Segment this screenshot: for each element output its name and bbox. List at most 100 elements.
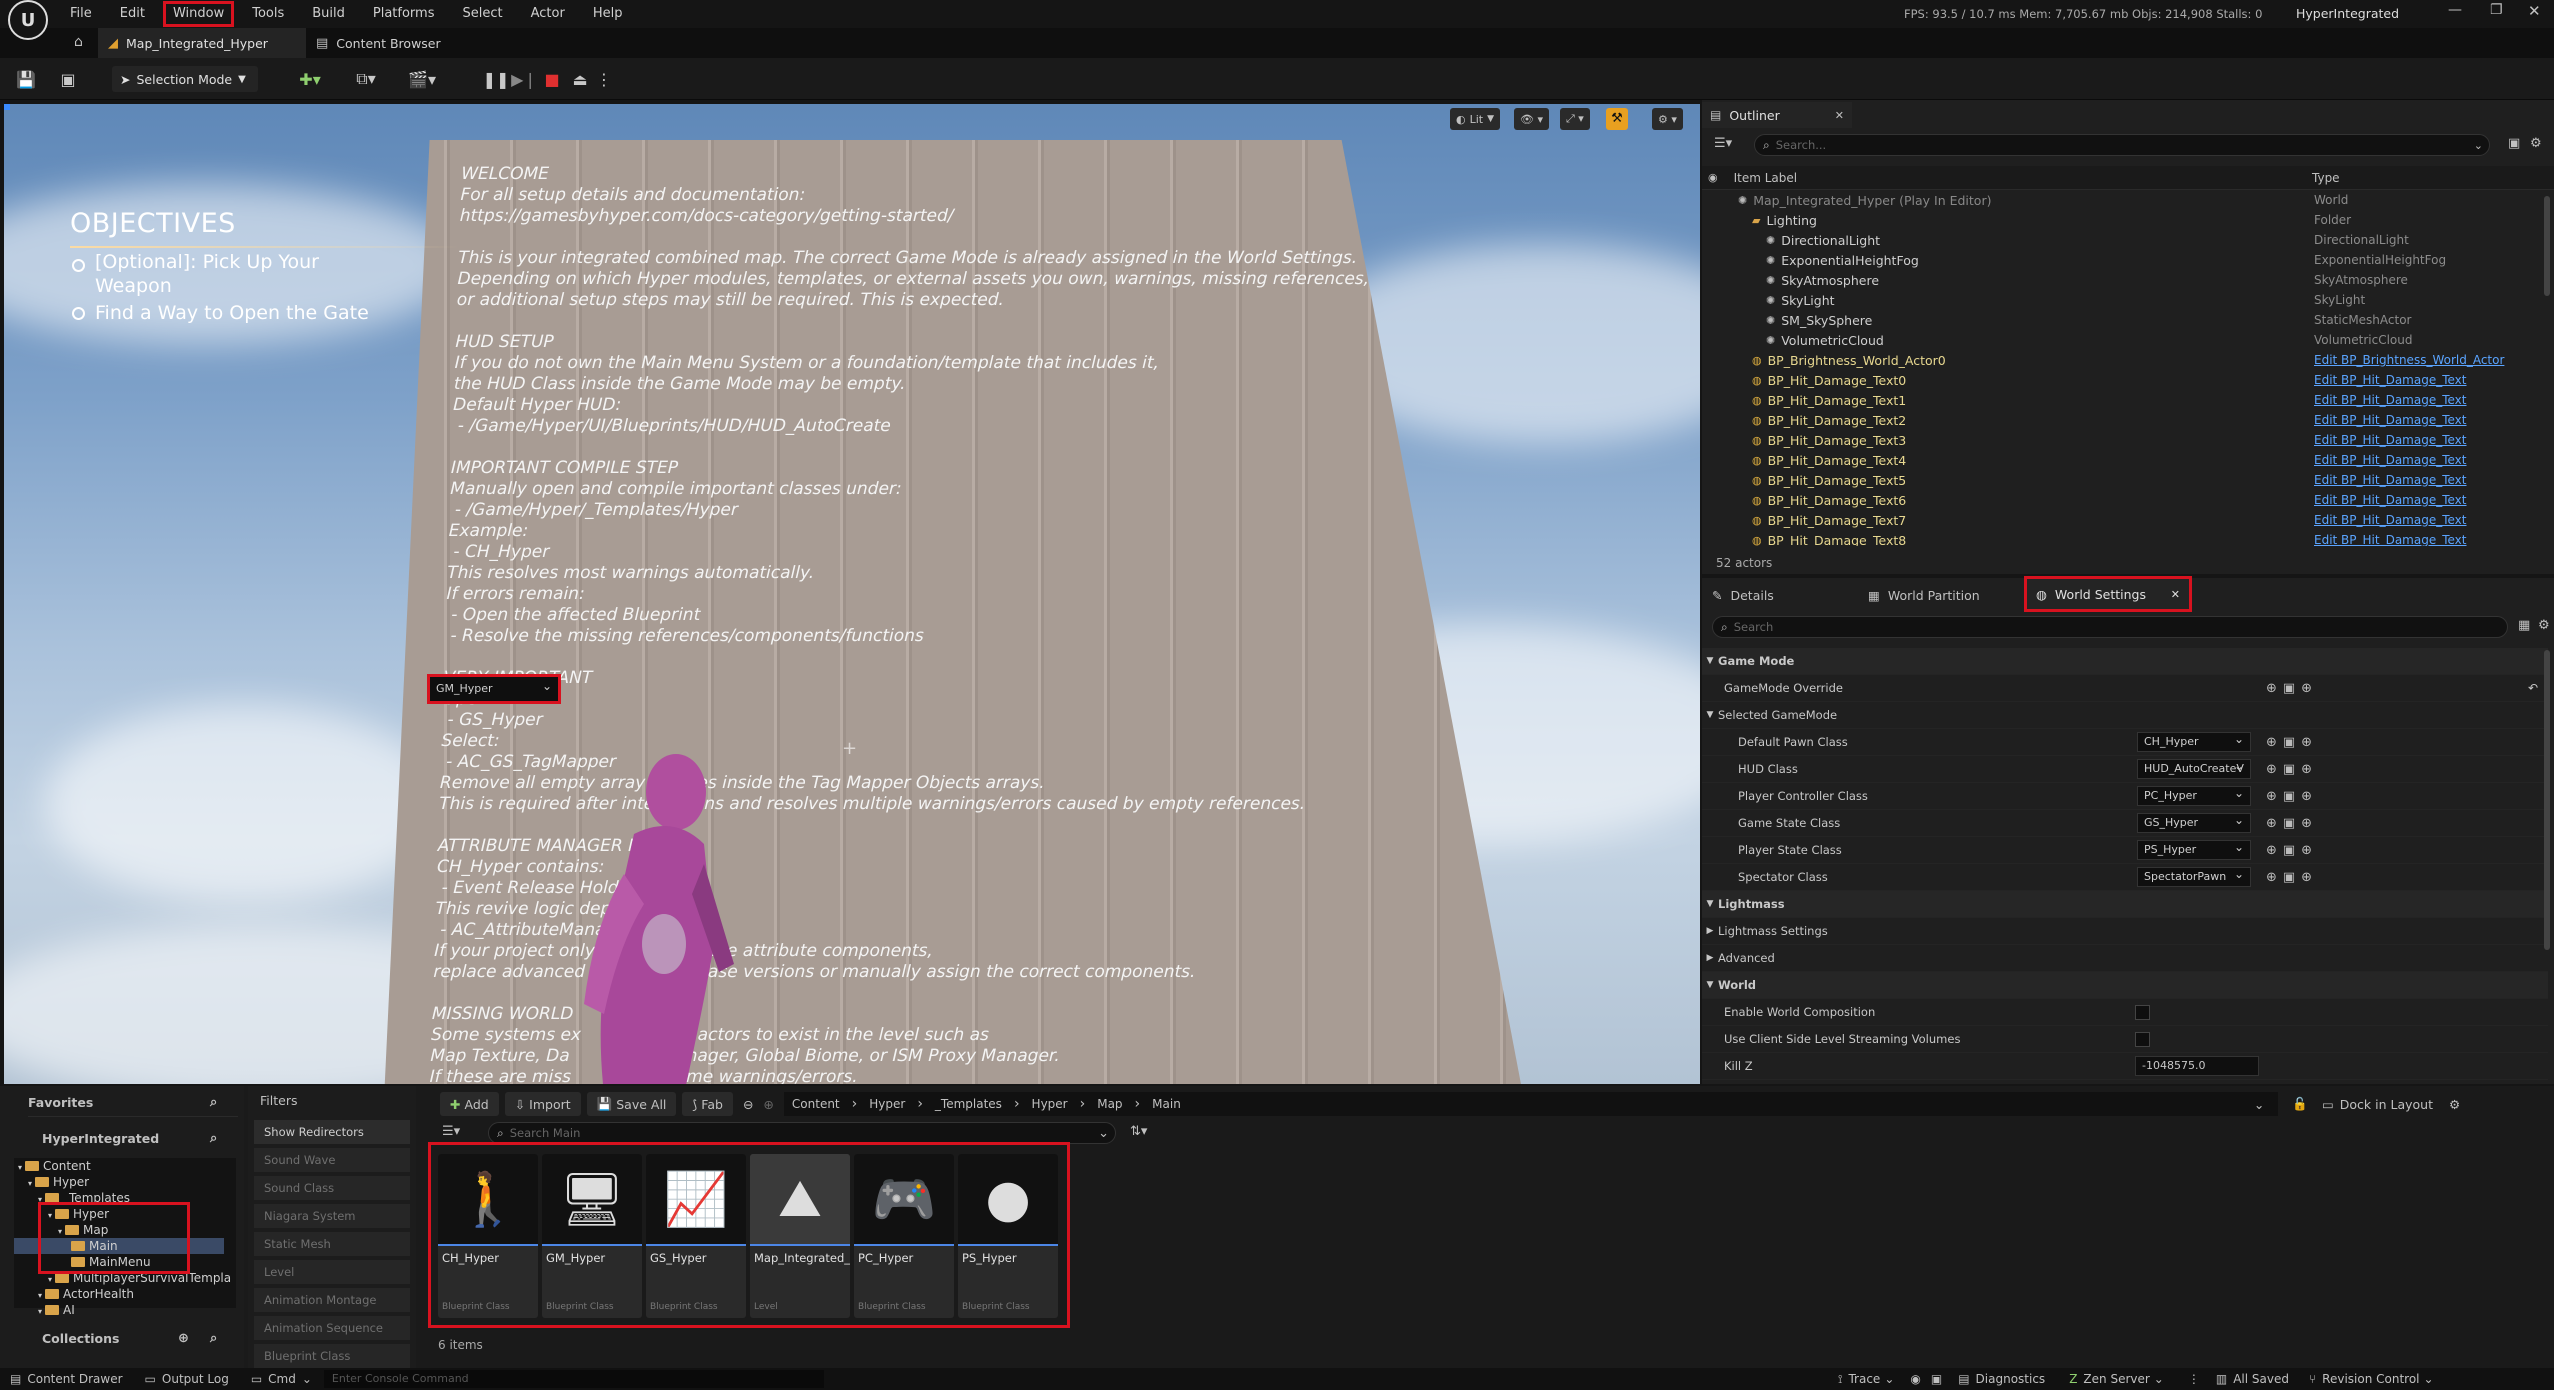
menu-build[interactable]: Build (298, 0, 359, 28)
browse-icon[interactable]: ▣ (56, 64, 80, 94)
edit-blueprint-link[interactable]: Edit BP_Hit_Damage_Text (2314, 373, 2467, 387)
breadcrumb-item[interactable]: Map (1097, 1097, 1122, 1111)
folder-tree-item[interactable]: ▾ Content (14, 1158, 224, 1174)
add-button[interactable]: ✚ Add (440, 1092, 499, 1116)
tab-world-settings[interactable]: ◍ World Settings ✕ (2024, 576, 2192, 612)
lock-icon[interactable]: 🔓 (2292, 1096, 2308, 1112)
step-icon[interactable]: ▶❘ (511, 64, 537, 94)
class-dropdown[interactable]: CH_Hyper (2137, 730, 2251, 752)
filter-chip[interactable]: Static Mesh (254, 1232, 410, 1256)
selection-mode-dropdown[interactable]: ➤ Selection Mode ▼ (112, 66, 258, 92)
add-folder-icon[interactable]: ▣ (2508, 136, 2520, 151)
menu-edit[interactable]: Edit (106, 0, 159, 28)
reset-arrow-icon[interactable]: ↶ (2528, 681, 2538, 695)
outliner-row[interactable]: ▰ Lighting Folder (1702, 210, 2554, 230)
unreal-logo-icon[interactable]: U (8, 0, 48, 40)
settings-gear-icon[interactable]: ⚙ (2449, 1097, 2460, 1112)
viewport-settings-button[interactable]: ⚙ ▾ (1652, 108, 1683, 130)
category-game-mode[interactable]: ▼ Game Mode (1702, 648, 2548, 675)
add-actor-icon[interactable]: ✚▾ (290, 64, 330, 94)
content-drawer-button[interactable]: ▤ Content Drawer (10, 1372, 123, 1386)
outliner-row[interactable]: ◍ BP_Brightness_World_Actor0 Edit BP_Brigh… (1702, 350, 2554, 370)
breadcrumb-item[interactable]: _Templates (935, 1097, 1002, 1111)
tab-world-partition[interactable]: ▦ World Partition (1868, 582, 1980, 608)
gamemode-override-dropdown[interactable]: GM_Hyper (427, 674, 561, 704)
search-icon[interactable]: ⌕ (210, 1131, 217, 1146)
close-tab-icon[interactable]: ✕ (2171, 588, 2180, 601)
history-back-icon[interactable]: ⊖ (743, 1097, 753, 1112)
class-dropdown[interactable]: SpectatorPawn (2137, 865, 2251, 887)
source-control-icon[interactable]: ⋮ (2188, 1372, 2200, 1386)
save-all-button[interactable]: 💾 Save All (586, 1092, 677, 1116)
menu-help[interactable]: Help (579, 0, 637, 28)
filter-chip[interactable]: Show Redirectors (254, 1120, 410, 1144)
menu-actor[interactable]: Actor (517, 0, 579, 28)
outliner-row[interactable]: ✺ Map_Integrated_Hyper (Play In Editor) Wo… (1702, 190, 2554, 210)
chevron-down-icon[interactable]: ⌄ (2254, 1097, 2264, 1112)
outliner-row[interactable]: ✺ SkyAtmosphere SkyAtmosphere (1702, 270, 2554, 290)
browse-reset-icons[interactable]: ⊕▣⊕ (2266, 789, 2318, 804)
more-options-icon[interactable]: ⋮ (596, 64, 612, 94)
lightmass-settings-row[interactable]: ▶ Lightmass Settings (1702, 918, 2548, 945)
view-mode-lit-button[interactable]: ◐ Lit ▼ (1450, 108, 1501, 130)
breadcrumb-item[interactable]: Main (1152, 1097, 1181, 1111)
folder-tree-item[interactable]: ▾ Hyper (14, 1174, 224, 1190)
transform-tools-button[interactable]: ⤢ ▾ (1560, 108, 1590, 130)
browse-reset-icons[interactable]: ⊕▣⊕ (2266, 681, 2318, 696)
kill-z-input[interactable]: -1048575.0 (2135, 1056, 2259, 1076)
project-header[interactable]: HyperIntegrated ⌕ (0, 1126, 244, 1150)
category-selected-gamemode[interactable]: ▼ Selected GameMode (1702, 702, 2548, 729)
details-scrollbar[interactable] (2544, 650, 2550, 950)
output-log-button[interactable]: ▭ Output Log (145, 1372, 229, 1386)
camera-icon[interactable]: ▣ (1931, 1372, 1942, 1386)
browse-reset-icons[interactable]: ⊕▣⊕ (2266, 735, 2318, 750)
outliner-row[interactable]: ✺ SM_SkySphere StaticMeshActor (1702, 310, 2554, 330)
folder-tree-item[interactable]: ▾ ActorHealth (14, 1286, 224, 1302)
asset-tile[interactable]: ● PS_Hyper Blueprint Class (958, 1154, 1058, 1318)
browse-reset-icons[interactable]: ⊕▣⊕ (2266, 870, 2318, 885)
menu-window[interactable]: Window (162, 1, 235, 27)
outliner-row[interactable]: ◍ BP_Hit_Damage_Text8 Edit BP_Hit_Damage_T… (1702, 530, 2554, 547)
outliner-scrollbar[interactable] (2544, 196, 2550, 296)
outliner-row[interactable]: ◍ BP_Hit_Damage_Text4 Edit BP_Hit_Damage_T… (1702, 450, 2554, 470)
filter-icon[interactable]: ☰▾ (1714, 136, 1732, 151)
show-flags-button[interactable]: 👁 ▾ (1514, 108, 1549, 130)
filter-chip[interactable]: Animation Sequence (254, 1316, 410, 1340)
class-dropdown[interactable]: PC_Hyper (2137, 784, 2251, 806)
browse-reset-icons[interactable]: ⊕▣⊕ (2266, 843, 2318, 858)
outliner-row[interactable]: ✺ ExponentialHeightFog ExponentialHeightFo… (1702, 250, 2554, 270)
tab-content-browser[interactable]: ▤ Content Browser (316, 28, 441, 58)
filter-chip[interactable]: Sound Class (254, 1176, 410, 1200)
class-dropdown[interactable]: HUD_AutoCreateV (2137, 757, 2251, 779)
tab-map[interactable]: ◢ Map_Integrated_Hyper (98, 28, 306, 58)
browse-reset-icons[interactable]: ⊕▣⊕ (2266, 762, 2318, 777)
breadcrumb-item[interactable]: Hyper (869, 1097, 905, 1111)
details-search-input[interactable]: ⌕ Search (1712, 616, 2508, 638)
asset-tile[interactable]: 🚶 CH_Hyper Blueprint Class (438, 1154, 538, 1318)
edit-blueprint-link[interactable]: Edit BP_Hit_Damage_Text (2314, 493, 2467, 507)
edit-blueprint-link[interactable]: Edit BP_Hit_Damage_Text (2314, 453, 2467, 467)
filter-chip[interactable]: Blueprint Class (254, 1344, 410, 1368)
settings-gear-icon[interactable]: ⚙ (2530, 136, 2542, 151)
edit-blueprint-link[interactable]: Edit BP_Hit_Damage_Text (2314, 413, 2467, 427)
edit-blueprint-link[interactable]: Edit BP_Hit_Damage_Text (2314, 433, 2467, 447)
tab-details[interactable]: ✎ Details (1706, 582, 1774, 608)
revision-control-button[interactable]: ⑂ Revision Control ⌄ (2309, 1372, 2434, 1386)
outliner-row[interactable]: ◍ BP_Hit_Damage_Text5 Edit BP_Hit_Damage_T… (1702, 470, 2554, 490)
snap-toggle-icon[interactable]: ⚒ (1606, 108, 1628, 130)
outliner-row[interactable]: ✺ SkyLight SkyLight (1702, 290, 2554, 310)
import-button[interactable]: ⇩ Import (504, 1092, 581, 1116)
menu-select[interactable]: Select (449, 0, 517, 28)
class-dropdown[interactable]: PS_Hyper (2137, 838, 2251, 860)
filter-chip[interactable]: Animation Montage (254, 1288, 410, 1312)
trace-button[interactable]: ⟟ Trace ⌄ (1838, 1372, 1894, 1387)
breadcrumb-item[interactable]: Content (792, 1097, 840, 1111)
advanced-row[interactable]: ▶ Advanced (1702, 945, 2548, 972)
cmd-dropdown[interactable]: ▭ Cmd ⌄ (251, 1372, 312, 1386)
browse-reset-icons[interactable]: ⊕▣⊕ (2266, 816, 2318, 831)
outliner-tab[interactable]: ▤ Outliner ✕ (1702, 102, 1852, 128)
column-type[interactable]: Type (2312, 171, 2340, 185)
console-input[interactable]: Enter Console Command (323, 1370, 824, 1388)
edit-blueprint-link[interactable]: Edit BP_Hit_Damage_Text (2314, 513, 2467, 527)
menu-file[interactable]: File (56, 0, 106, 28)
